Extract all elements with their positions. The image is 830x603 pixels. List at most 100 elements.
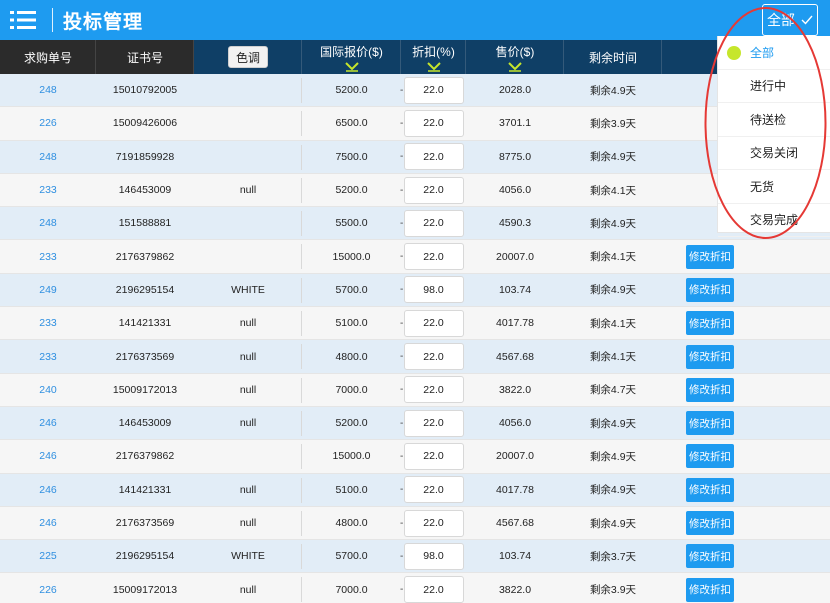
filter-option[interactable]: 待送检	[718, 103, 830, 137]
discount-input[interactable]: 22.0	[403, 576, 464, 603]
tone-cell: WHITE	[194, 540, 302, 572]
discount-input[interactable]: 22.0	[403, 209, 464, 237]
table-row[interactable]: 226 15009172013 null 7000.0 -22.0 3822.0 剩余3.9…	[0, 573, 830, 603]
modify-discount-button[interactable]: 修改折扣	[686, 544, 734, 569]
order-number-link[interactable]: 248	[0, 141, 96, 173]
table-row[interactable]: 246 2176373569 null 4800.0 -22.0 4567.68 剩余4.9…	[0, 506, 830, 541]
modify-discount-button[interactable]: 修改折扣	[686, 444, 734, 469]
table-row[interactable]: 233 141421331 null 5100.0 -22.0 4017.78 剩余4.1天…	[0, 307, 830, 341]
order-number-link[interactable]: 248	[0, 74, 96, 106]
discount-input[interactable]: 22.0	[403, 343, 464, 371]
filter-option[interactable]: 无货	[718, 170, 830, 204]
table-row[interactable]: 246 2176379862 15000.0 -22.0 20007.0 剩余4.9天 修改…	[0, 440, 830, 474]
column-header-tone: 色调	[194, 40, 302, 74]
table-row[interactable]: 233 146453009 null 5200.0 -22.0 4056.0 剩余4.1天	[0, 173, 830, 208]
tone-filter-button[interactable]: 色调	[228, 46, 268, 68]
discount-input[interactable]: 22.0	[403, 109, 464, 137]
sale-price-cell: 2028.0	[498, 84, 532, 97]
remaining-time-cell: 剩余4.9天	[589, 417, 637, 430]
modify-discount-button[interactable]: 修改折扣	[686, 277, 734, 302]
discount-input[interactable]: 98.0	[403, 276, 464, 304]
discount-input[interactable]: 22.0	[403, 176, 464, 204]
certificate-number: 141421331	[118, 317, 172, 330]
sale-price-cell: 103.74	[498, 283, 532, 296]
tone-cell: null	[194, 374, 302, 406]
modify-discount-button[interactable]: 修改折扣	[686, 244, 734, 269]
order-number-link[interactable]: 225	[0, 540, 96, 572]
modify-discount-button[interactable]: 修改折扣	[686, 344, 734, 369]
table-row[interactable]: 246 146453009 null 5200.0 -22.0 4056.0 剩余4.9天 修…	[0, 406, 830, 441]
discount-input[interactable]: 22.0	[403, 76, 464, 104]
discount-input[interactable]: 22.0	[403, 476, 464, 504]
discount-input[interactable]: 22.0	[403, 143, 464, 171]
table-row[interactable]: 248 15010792005 5200.0 -22.0 2028.0 剩余4.9天	[0, 74, 830, 108]
filter-option-label: 无货	[750, 179, 775, 194]
column-header-intl-price[interactable]: 国际报价($)	[302, 40, 401, 74]
discount-input[interactable]: 22.0	[403, 309, 464, 337]
table-row[interactable]: 248 7191859928 7500.0 -22.0 8775.0 剩余4.9天	[0, 140, 830, 174]
modify-discount-button[interactable]: 修改折扣	[686, 377, 734, 402]
status-filter-button[interactable]: 全部	[762, 4, 818, 36]
modify-discount-button[interactable]: 修改折扣	[686, 577, 734, 602]
filter-option[interactable]: 进行中	[718, 70, 830, 103]
bid-table-body: 248 15010792005 5200.0-22.0 2028.0 剩余4.9天 226…	[0, 74, 830, 603]
column-header-price[interactable]: 售价($)	[466, 40, 564, 74]
order-number-link[interactable]: 246	[0, 440, 96, 472]
modify-discount-button[interactable]: 修改折扣	[686, 511, 734, 535]
order-number-link[interactable]: 249	[0, 274, 96, 306]
order-number-link[interactable]: 246	[0, 507, 96, 539]
sale-price-cell: 3701.1	[498, 117, 532, 130]
certificate-number: 15009426006	[112, 117, 178, 130]
discount-cell: -22.0	[400, 573, 466, 603]
order-number-link[interactable]: 233	[0, 240, 96, 272]
column-header-discount[interactable]: 折扣(%)	[401, 40, 466, 74]
table-row[interactable]: 240 15009172013 null 7000.0 -22.0 3822.0 剩余4.7…	[0, 373, 830, 407]
menu-button[interactable]	[0, 0, 46, 40]
order-number-link[interactable]: 246	[0, 407, 96, 439]
table-row[interactable]: 233 2176379862 15000.0 -22.0 20007.0 剩余4.1天 修改…	[0, 240, 830, 274]
modify-discount-button[interactable]: 修改折扣	[686, 477, 734, 502]
discount-dash: -	[400, 184, 404, 196]
certificate-number: 2196295154	[115, 550, 175, 563]
filter-option[interactable]: 全部	[718, 36, 830, 70]
order-number-link[interactable]: 240	[0, 374, 96, 406]
discount-cell: -22.0	[400, 474, 466, 506]
sale-price-cell: 4590.3	[498, 217, 532, 230]
filter-option[interactable]: 交易完成	[718, 204, 830, 237]
modify-discount-button[interactable]: 修改折扣	[686, 311, 734, 336]
intl-price-cell: 6500.0	[335, 117, 368, 130]
order-number-link[interactable]: 233	[0, 340, 96, 372]
discount-dash: -	[400, 550, 404, 562]
tone-cell: null	[194, 340, 302, 372]
table-row[interactable]: 225 2196295154 WHITE 5700.0 -98.0 103.74 剩余3.7…	[0, 540, 830, 574]
column-header-label: 剩余时间	[588, 50, 637, 65]
discount-input[interactable]: 22.0	[403, 509, 464, 537]
order-number-link[interactable]: 246	[0, 474, 96, 506]
action-cell: 修改折扣	[662, 307, 830, 339]
certificate-number: 2176373569	[115, 350, 175, 363]
tone-cell: null	[194, 174, 302, 206]
order-number-link[interactable]: 226	[0, 573, 96, 603]
discount-dash: -	[400, 351, 404, 363]
filter-option[interactable]: 交易关闭	[718, 137, 830, 170]
table-row[interactable]: 226 15009426006 6500.0 -22.0 3701.1 剩余3.9天	[0, 107, 830, 141]
remaining-time-cell: 剩余4.9天	[589, 84, 637, 97]
remaining-time-cell: 剩余4.1天	[589, 184, 637, 197]
discount-input[interactable]: 22.0	[403, 243, 464, 271]
order-number-link[interactable]: 233	[0, 174, 96, 206]
intl-price-cell: 15000.0	[332, 250, 371, 263]
discount-cell: -22.0	[400, 141, 466, 173]
discount-input[interactable]: 22.0	[403, 376, 464, 404]
order-number-link[interactable]: 233	[0, 307, 96, 339]
table-row[interactable]: 249 2196295154 WHITE 5700.0 -98.0 103.74 剩余4.9…	[0, 273, 830, 308]
modify-discount-button[interactable]: 修改折扣	[686, 411, 734, 436]
discount-input[interactable]: 98.0	[403, 542, 464, 570]
table-row[interactable]: 233 2176373569 null 4800.0 -22.0 4567.68 剩余4.1…	[0, 340, 830, 374]
table-row[interactable]: 248 151588881 5500.0 -22.0 4590.3 剩余4.9天	[0, 207, 830, 241]
filter-option-label: 交易完成	[750, 213, 799, 228]
order-number-link[interactable]: 226	[0, 107, 96, 139]
table-row[interactable]: 246 141421331 null 5100.0 -22.0 4017.78 剩余4.9天…	[0, 473, 830, 507]
order-number-link[interactable]: 248	[0, 207, 96, 239]
discount-input[interactable]: 22.0	[403, 409, 464, 437]
discount-input[interactable]: 22.0	[403, 442, 464, 470]
